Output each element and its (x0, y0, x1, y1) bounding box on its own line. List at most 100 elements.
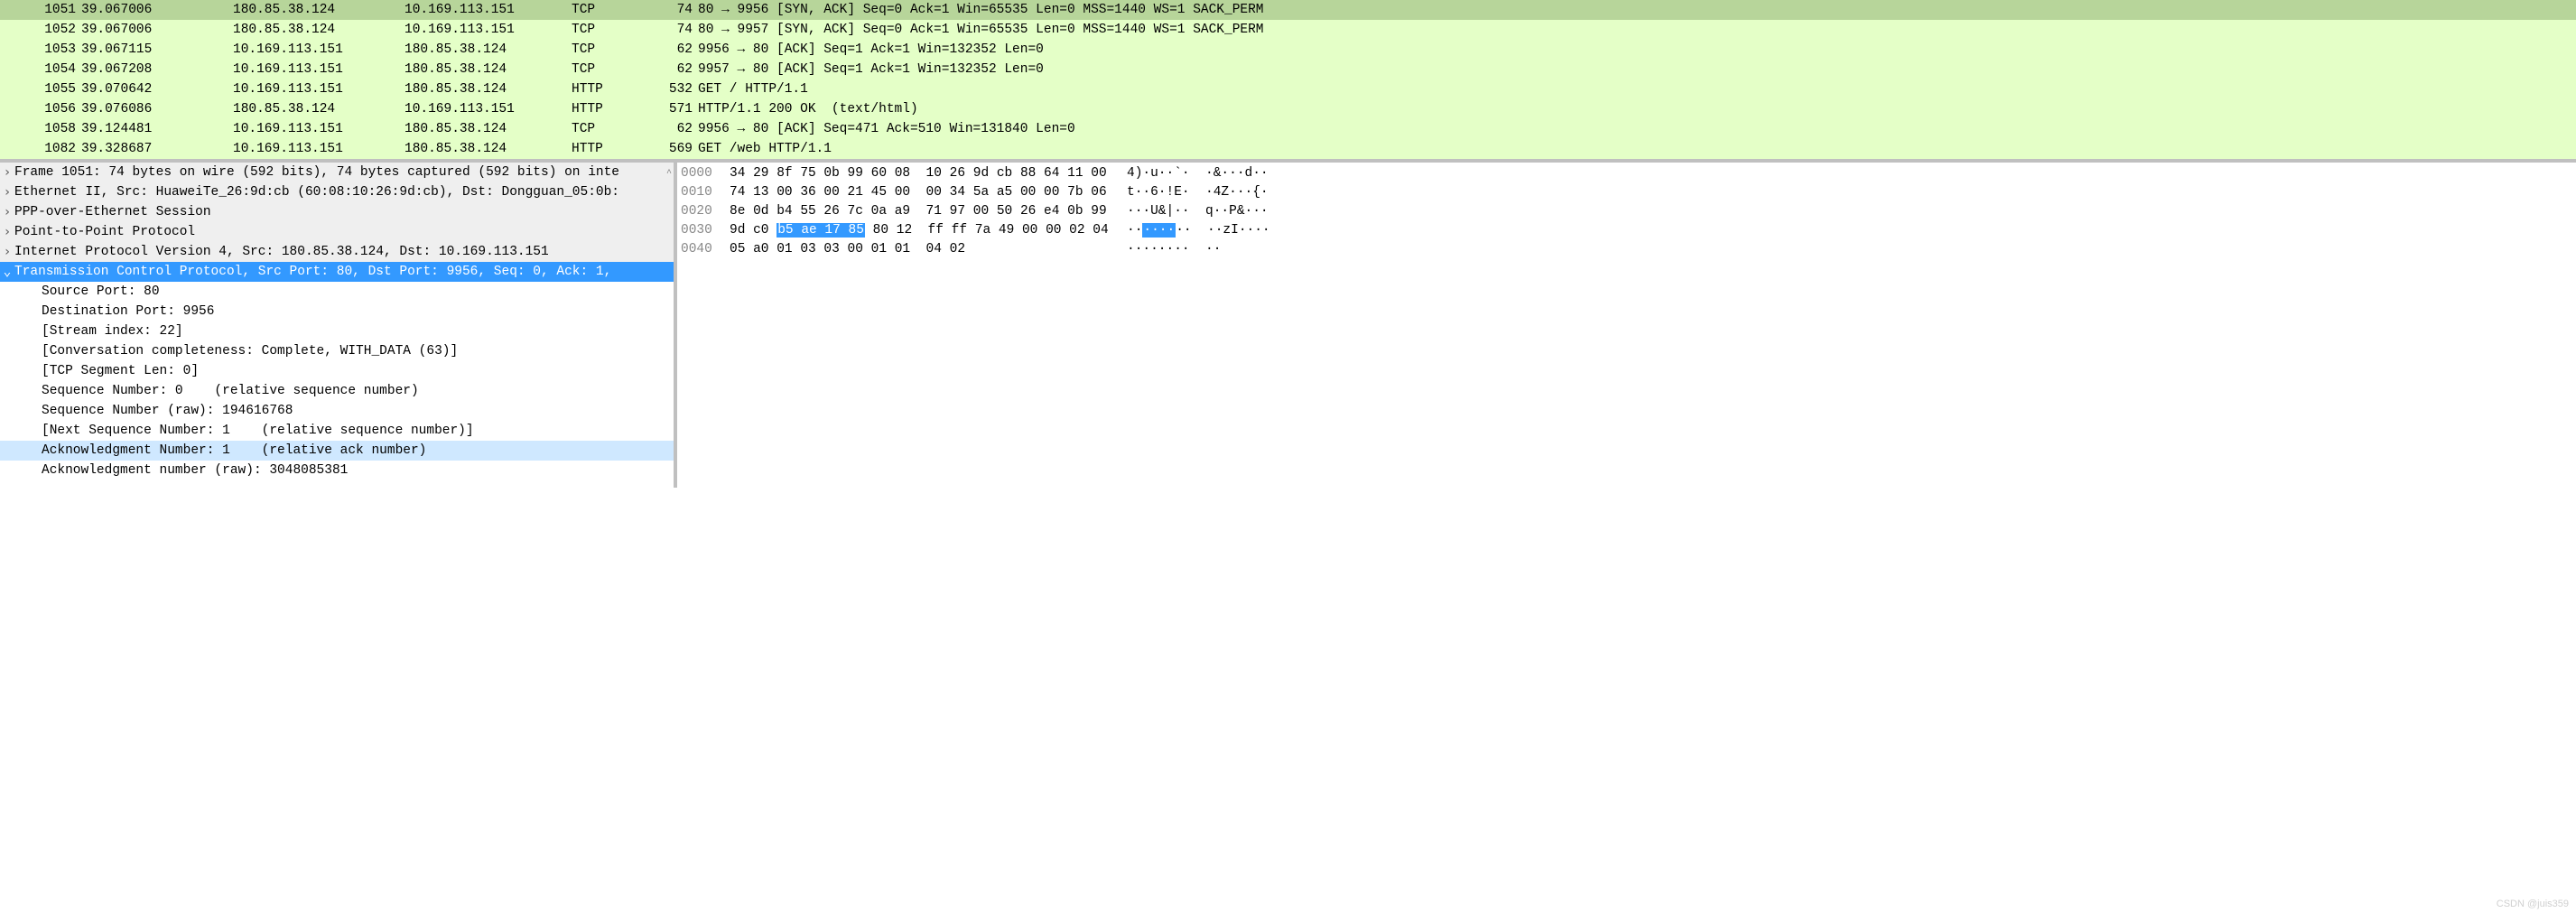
chevron-right-icon[interactable]: › (0, 242, 14, 262)
tree-field-label: [Stream index: 22] (0, 321, 183, 341)
packet-src: 10.169.113.151 (233, 139, 405, 158)
packet-list[interactable]: 105139.067006180.85.38.12410.169.113.151… (0, 0, 2576, 163)
tree-field-label: Sequence Number: 0 (relative sequence nu… (0, 381, 419, 401)
tree-frame[interactable]: › Frame 1051: 74 bytes on wire (592 bits… (0, 163, 674, 182)
hex-ascii: 4)·u··`· ·&···d·· (1127, 164, 2576, 183)
tree-field[interactable]: Sequence Number: 0 (relative sequence nu… (0, 381, 674, 401)
packet-src: 10.169.113.151 (233, 40, 405, 59)
tree-field[interactable]: [Conversation completeness: Complete, WI… (0, 341, 674, 361)
packet-no: 1055 (0, 79, 81, 98)
packet-time: 39.124481 (81, 119, 233, 138)
packet-row[interactable]: 105839.12448110.169.113.151180.85.38.124… (0, 119, 2576, 139)
hex-ascii: ········ ·· (1127, 240, 2576, 259)
hex-bytes: 05 a0 01 03 03 00 01 01 04 02 (730, 240, 1127, 259)
tree-field[interactable]: Sequence Number (raw): 194616768 (0, 401, 674, 421)
hex-dump[interactable]: 000034 29 8f 75 0b 99 60 08 10 26 9d cb … (677, 163, 2576, 488)
packet-info: 9956 → 80 [ACK] Seq=1 Ack=1 Win=132352 L… (698, 40, 2576, 59)
packet-proto: TCP (572, 20, 657, 39)
hex-bytes: 9d c0 b5 ae 17 85 80 12 ff ff 7a 49 00 0… (730, 221, 1127, 240)
packet-no: 1054 (0, 60, 81, 79)
packet-no: 1051 (0, 0, 81, 19)
packet-time: 39.067006 (81, 20, 233, 39)
chevron-right-icon[interactable]: › (0, 163, 14, 182)
packet-len: 74 (657, 20, 698, 39)
tree-field-label: [TCP Segment Len: 0] (0, 361, 199, 381)
packet-info: HTTP/1.1 200 OK (text/html) (698, 99, 2576, 118)
hex-offset: 0030 (681, 221, 730, 240)
tree-field[interactable]: Destination Port: 9956 (0, 302, 674, 321)
hex-row[interactable]: 00309d c0 b5 ae 17 85 80 12 ff ff 7a 49 … (681, 221, 2576, 240)
packet-info: 80 → 9957 [SYN, ACK] Seq=0 Ack=1 Win=655… (698, 20, 2576, 39)
tree-field-label: [Conversation completeness: Complete, WI… (0, 341, 458, 361)
packet-row[interactable]: 105639.076086180.85.38.12410.169.113.151… (0, 99, 2576, 119)
tree-tcp[interactable]: ⌄ Transmission Control Protocol, Src Por… (0, 262, 674, 282)
packet-dst: 180.85.38.124 (405, 79, 572, 98)
packet-proto: HTTP (572, 99, 657, 118)
packet-no: 1056 (0, 99, 81, 118)
chevron-right-icon[interactable]: › (0, 182, 14, 202)
packet-len: 62 (657, 119, 698, 138)
tree-ppp[interactable]: › Point-to-Point Protocol (0, 222, 674, 242)
packet-dst: 180.85.38.124 (405, 139, 572, 158)
hex-offset: 0010 (681, 183, 730, 202)
packet-src: 10.169.113.151 (233, 60, 405, 79)
hex-offset: 0020 (681, 202, 730, 221)
tree-field[interactable]: [TCP Segment Len: 0] (0, 361, 674, 381)
packet-proto: TCP (572, 0, 657, 19)
packet-row[interactable]: 105439.06720810.169.113.151180.85.38.124… (0, 60, 2576, 79)
packet-proto: TCP (572, 60, 657, 79)
packet-src: 180.85.38.124 (233, 20, 405, 39)
packet-dst: 180.85.38.124 (405, 60, 572, 79)
packet-proto: TCP (572, 40, 657, 59)
packet-row[interactable]: 105539.07064210.169.113.151180.85.38.124… (0, 79, 2576, 99)
packet-no: 1053 (0, 40, 81, 59)
hex-row[interactable]: 00208e 0d b4 55 26 7c 0a a9 71 97 00 50 … (681, 202, 2576, 221)
tree-field-label: Source Port: 80 (0, 282, 160, 302)
packet-proto: HTTP (572, 79, 657, 98)
tree-field[interactable]: [Stream index: 22] (0, 321, 674, 341)
packet-time: 39.328687 (81, 139, 233, 158)
tree-label: Transmission Control Protocol, Src Port:… (14, 262, 619, 282)
tree-field-label: Destination Port: 9956 (0, 302, 214, 321)
hex-ascii: ···U&|·· q··P&··· (1127, 202, 2576, 221)
packet-time: 39.070642 (81, 79, 233, 98)
tree-field-label: [Next Sequence Number: 1 (relative seque… (0, 421, 474, 441)
tree-field[interactable]: Source Port: 80 (0, 282, 674, 302)
packet-src: 180.85.38.124 (233, 99, 405, 118)
hex-ascii: t··6·!E· ·4Z···{· (1127, 183, 2576, 202)
tree-pppoe[interactable]: › PPP-over-Ethernet Session (0, 202, 674, 222)
hex-ascii: ········ ··zI···· (1127, 221, 2576, 240)
packet-dst: 10.169.113.151 (405, 99, 572, 118)
packet-time: 39.067115 (81, 40, 233, 59)
packet-info: GET / HTTP/1.1 (698, 79, 2576, 98)
packet-row[interactable]: 105139.067006180.85.38.12410.169.113.151… (0, 0, 2576, 20)
packet-src: 10.169.113.151 (233, 79, 405, 98)
tree-label: Internet Protocol Version 4, Src: 180.85… (14, 242, 549, 262)
hex-highlight: b5 ae 17 85 (777, 223, 865, 238)
packet-row[interactable]: 105339.06711510.169.113.151180.85.38.124… (0, 40, 2576, 60)
hex-row[interactable]: 000034 29 8f 75 0b 99 60 08 10 26 9d cb … (681, 164, 2576, 183)
chevron-right-icon[interactable]: › (0, 202, 14, 222)
bottom-panes: › Frame 1051: 74 bytes on wire (592 bits… (0, 163, 2576, 488)
chevron-down-icon[interactable]: ⌄ (0, 262, 14, 282)
scroll-up-icon[interactable]: ^ (666, 164, 672, 182)
packet-info: 9957 → 80 [ACK] Seq=1 Ack=1 Win=132352 L… (698, 60, 2576, 79)
tree-label: Ethernet II, Src: HuaweiTe_26:9d:cb (60:… (14, 182, 619, 202)
tree-ip[interactable]: › Internet Protocol Version 4, Src: 180.… (0, 242, 674, 262)
packet-proto: HTTP (572, 139, 657, 158)
packet-row[interactable]: 108239.32868710.169.113.151180.85.38.124… (0, 139, 2576, 159)
hex-row[interactable]: 004005 a0 01 03 03 00 01 01 04 02·······… (681, 240, 2576, 259)
packet-dst: 180.85.38.124 (405, 119, 572, 138)
packet-src: 10.169.113.151 (233, 119, 405, 138)
tree-field[interactable]: [Next Sequence Number: 1 (relative seque… (0, 421, 674, 441)
packet-details-tree[interactable]: › Frame 1051: 74 bytes on wire (592 bits… (0, 163, 677, 488)
packet-len: 532 (657, 79, 698, 98)
hex-row[interactable]: 001074 13 00 36 00 21 45 00 00 34 5a a5 … (681, 183, 2576, 202)
watermark: CSDN @juis359 (2497, 899, 2569, 909)
tree-ethernet[interactable]: › Ethernet II, Src: HuaweiTe_26:9d:cb (6… (0, 182, 674, 202)
hex-bytes: 34 29 8f 75 0b 99 60 08 10 26 9d cb 88 6… (730, 164, 1127, 183)
chevron-right-icon[interactable]: › (0, 222, 14, 242)
packet-row[interactable]: 105239.067006180.85.38.12410.169.113.151… (0, 20, 2576, 40)
tree-field[interactable]: Acknowledgment number (raw): 3048085381 (0, 461, 674, 480)
tree-field[interactable]: Acknowledgment Number: 1 (relative ack n… (0, 441, 674, 461)
